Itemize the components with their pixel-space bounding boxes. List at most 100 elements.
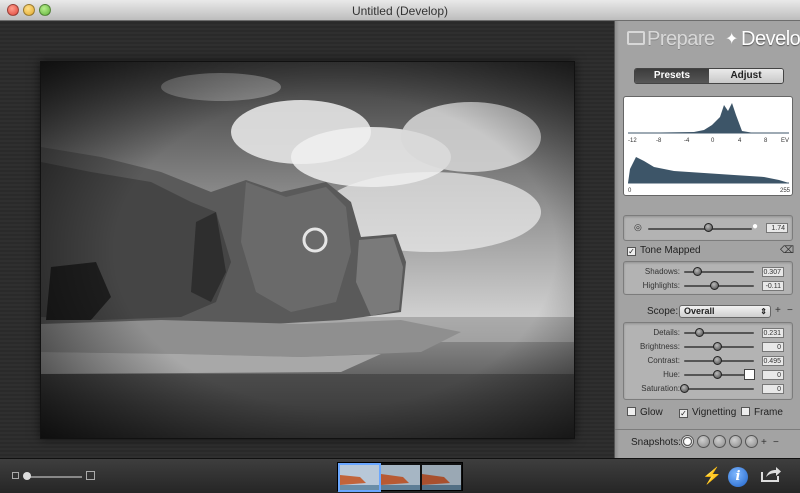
- scope-label: Scope:: [647, 306, 679, 317]
- thumb-image: [340, 465, 379, 490]
- snapshot-slot[interactable]: [729, 435, 742, 448]
- adjust-slider-knob[interactable]: [680, 384, 689, 393]
- title-bar: Untitled (Develop): [0, 0, 800, 21]
- prepare-mode-button[interactable]: Prepare: [647, 28, 715, 51]
- linear-histogram-fill: [628, 157, 789, 183]
- zoom-slider-knob[interactable]: [23, 472, 31, 480]
- share-glyph: [761, 467, 781, 482]
- effect-glow-row: Glow: [627, 407, 663, 418]
- ev-tick-labels: -12 -8 -4 0 4 8 EV: [628, 138, 789, 144]
- exposure-low-icon: ◎: [634, 222, 642, 232]
- adjust-value-field[interactable]: 0: [762, 384, 784, 394]
- zoom-in-icon[interactable]: [86, 471, 95, 480]
- ev-histogram-fill: [628, 103, 789, 133]
- divider: [615, 429, 800, 430]
- effect-label: Glow: [640, 407, 663, 418]
- tone-options-icon[interactable]: ⌫: [780, 245, 794, 256]
- add-scope-icon[interactable]: +: [775, 305, 781, 316]
- thumb-image: [381, 465, 420, 490]
- select-arrows-icon: ⇕: [760, 307, 767, 316]
- exposure-high-icon: ●: [752, 221, 759, 232]
- effect-vignetting-checkbox[interactable]: ✓: [679, 409, 688, 418]
- exposure-knob[interactable]: [704, 223, 713, 232]
- image-canvas: [0, 21, 614, 458]
- prepare-icon[interactable]: [627, 31, 645, 45]
- effect-label: Frame: [754, 407, 783, 418]
- ev-tick-label: -8: [656, 138, 662, 144]
- add-snapshot-icon[interactable]: +: [761, 437, 767, 448]
- exposure-track[interactable]: [648, 228, 752, 230]
- ev-tick-label: 8: [764, 138, 768, 144]
- tone-mapped-checkbox[interactable]: ✓: [627, 247, 636, 256]
- scope-select[interactable]: Overall ⇕: [679, 305, 771, 318]
- thumb-image: [422, 465, 461, 490]
- histogram-chart: -12 -8 -4 0 4 8 EV 0 255: [628, 103, 791, 194]
- ev-tick-label: -4: [684, 138, 690, 144]
- hue-color-swatch[interactable]: [744, 369, 755, 380]
- tab-adjust[interactable]: Adjust: [709, 69, 783, 83]
- filmstrip: [337, 462, 463, 492]
- zoom-slider-track[interactable]: [26, 476, 82, 478]
- lin-tick-255: 255: [780, 188, 791, 194]
- adjust-label: Details:: [653, 328, 680, 337]
- effect-frame-checkbox[interactable]: [741, 407, 750, 416]
- effect-vignetting-row: ✓ Vignetting: [679, 407, 736, 418]
- window-title: Untitled (Develop): [351, 4, 449, 18]
- tone-mapped-label: Tone Mapped: [640, 245, 701, 256]
- zoom-out-icon[interactable]: [12, 472, 19, 479]
- adjust-value-field[interactable]: 0.495: [762, 356, 784, 366]
- ev-tick-label: 0: [711, 138, 715, 144]
- histogram: -12 -8 -4 0 4 8 EV 0 255: [623, 96, 793, 196]
- adjust-value-field[interactable]: 0: [762, 342, 784, 352]
- filmstrip-thumb[interactable]: [338, 463, 381, 492]
- adjust-slider-track[interactable]: [684, 388, 754, 390]
- snapshot-slot[interactable]: [681, 435, 694, 448]
- adjust-slider-knob[interactable]: [713, 342, 722, 351]
- lightning-icon[interactable]: ⚡: [702, 466, 722, 486]
- adjust-label: Contrast:: [647, 356, 680, 365]
- develop-mode-button[interactable]: Develop: [741, 28, 800, 51]
- filmstrip-thumb[interactable]: [422, 465, 461, 490]
- tone-label: Highlights:: [642, 281, 680, 290]
- ev-tick-label: -12: [628, 138, 637, 144]
- adjust-value-field[interactable]: 0: [762, 370, 784, 380]
- remove-scope-icon[interactable]: −: [787, 305, 793, 316]
- bottom-toolbar: ⚡ i: [0, 458, 800, 493]
- tone-slider-knob[interactable]: [709, 281, 719, 290]
- filmstrip-thumb[interactable]: [381, 465, 420, 490]
- info-icon[interactable]: i: [728, 467, 748, 487]
- snapshot-slot[interactable]: [713, 435, 726, 448]
- tone-value-field[interactable]: 0.307: [762, 267, 784, 277]
- adjust-label: Brightness:: [639, 342, 680, 351]
- adjust-slider-knob[interactable]: [713, 370, 722, 379]
- magic-wand-icon: ✦: [725, 31, 738, 48]
- scope-selected: Overall: [684, 306, 715, 316]
- tone-slider-track[interactable]: [684, 285, 754, 287]
- adjust-value-field[interactable]: 0.231: [762, 328, 784, 338]
- adjust-label: Hue:: [663, 370, 680, 379]
- remove-snapshot-icon[interactable]: −: [773, 437, 779, 448]
- tone-label: Shadows:: [644, 267, 680, 276]
- tab-presets[interactable]: Presets: [635, 69, 709, 83]
- develop-panel: Prepare ✦ Develop Presets Adjust -12 -8 -4…: [614, 21, 800, 458]
- lin-tick-0: 0: [628, 188, 632, 194]
- adjust-slider-knob[interactable]: [694, 328, 704, 337]
- exposure-value[interactable]: 1.74: [766, 223, 788, 233]
- snapshot-slot[interactable]: [697, 435, 710, 448]
- snapshot-slot[interactable]: [745, 435, 758, 448]
- adjust-slider-knob[interactable]: [713, 356, 722, 365]
- photo-image: [41, 62, 574, 438]
- tone-section: Shadows: 0.307 Highlights: -0.11: [623, 261, 793, 295]
- ev-tick-label: 4: [738, 138, 742, 144]
- app-window: Untitled (Develop) Prepare ✦ Develo Pres…: [0, 0, 800, 493]
- exposure-section: ◎ ● 1.74: [623, 215, 793, 241]
- effect-glow-checkbox[interactable]: [627, 407, 636, 416]
- adjust-label: Saturation:: [641, 384, 680, 393]
- share-icon[interactable]: [760, 465, 782, 488]
- tone-value-field[interactable]: -0.11: [762, 281, 784, 291]
- effect-frame-row: Frame: [741, 407, 783, 418]
- presets-adjust-segmented-control: Presets Adjust: [634, 68, 784, 84]
- tone-slider-knob[interactable]: [693, 267, 703, 276]
- mode-switch: Prepare ✦ Develop: [627, 26, 800, 52]
- photo-preview[interactable]: [40, 61, 575, 439]
